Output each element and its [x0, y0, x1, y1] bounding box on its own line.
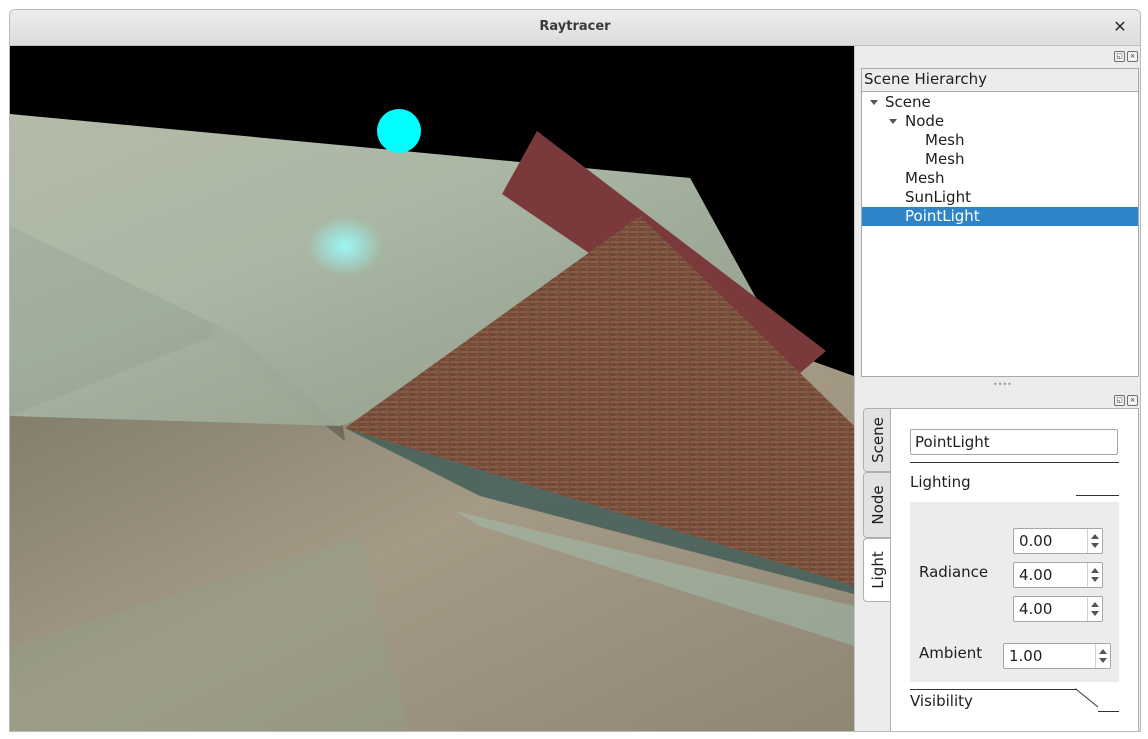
tab-scene[interactable]: Scene	[863, 408, 892, 472]
render-canvas[interactable]	[10, 46, 854, 731]
name-field[interactable]: PointLight	[910, 429, 1118, 455]
divider	[910, 689, 1076, 690]
hierarchy-header: Scene Hierarchy	[862, 69, 1138, 92]
tab-label: Light	[868, 551, 887, 589]
tree-item-mesh[interactable]: Mesh	[862, 150, 1138, 169]
spinbox-arrows[interactable]	[1087, 529, 1102, 553]
hierarchy-title: Scene Hierarchy	[864, 70, 988, 88]
tree-item-label: Mesh	[925, 150, 965, 168]
point-light-sphere[interactable]	[377, 109, 421, 153]
app-window: Raytracer ✕ ◱ × Scene Hierarchy Scene No…	[9, 9, 1141, 732]
spinbox-value: 4.00	[1019, 566, 1053, 584]
light-tab-page: PointLight Lighting Radiance 0.00 4.00 4…	[890, 408, 1139, 731]
arrow-up-icon[interactable]	[1099, 649, 1107, 654]
side-panel: ◱ × Scene Hierarchy Scene Node Mesh Mesh	[854, 46, 1140, 731]
spinbox-arrows[interactable]	[1087, 597, 1102, 621]
tab-label: Node	[868, 485, 887, 525]
tab-label: Scene	[868, 417, 887, 463]
float-icon[interactable]: ◱	[1114, 51, 1125, 62]
lighting-section-header[interactable]: Lighting	[910, 473, 971, 491]
divider	[1075, 688, 1099, 708]
arrow-down-icon[interactable]	[1091, 543, 1099, 548]
arrow-up-icon[interactable]	[1091, 534, 1099, 539]
arrow-up-icon[interactable]	[1091, 568, 1099, 573]
arrow-down-icon[interactable]	[1099, 658, 1107, 663]
tree-item-label: SunLight	[905, 188, 971, 206]
divider	[1098, 711, 1119, 712]
radiance-r-spinbox[interactable]: 0.00	[1013, 528, 1103, 554]
arrow-up-icon[interactable]	[1091, 602, 1099, 607]
render-viewport[interactable]	[10, 46, 854, 731]
splitter-handle[interactable]: ••••	[993, 380, 1012, 389]
radiance-label: Radiance	[919, 563, 989, 581]
expand-arrow-icon[interactable]	[870, 100, 878, 105]
divider	[910, 462, 1119, 463]
tree-item-pointlight[interactable]: PointLight	[862, 207, 1138, 226]
dock-close-icon[interactable]: ×	[1127, 51, 1138, 62]
properties-dock-buttons: ◱ ×	[1114, 395, 1138, 406]
title-bar: Raytracer ✕	[10, 10, 1140, 46]
tree-item-node[interactable]: Node	[862, 112, 1138, 131]
float-icon[interactable]: ◱	[1114, 395, 1125, 406]
scene-hierarchy-panel: Scene Hierarchy Scene Node Mesh Mesh Mes…	[861, 68, 1139, 377]
spinbox-value: 0.00	[1019, 532, 1053, 550]
tree-item-mesh[interactable]: Mesh	[862, 169, 1138, 188]
light-reflection	[307, 216, 383, 276]
expand-arrow-icon[interactable]	[889, 119, 897, 124]
radiance-g-spinbox[interactable]: 4.00	[1013, 562, 1103, 588]
tree-item-sunlight[interactable]: SunLight	[862, 188, 1138, 207]
arrow-down-icon[interactable]	[1091, 577, 1099, 582]
spinbox-value: 1.00	[1009, 647, 1043, 665]
divider	[1076, 495, 1119, 496]
visibility-section-header[interactable]: Visibility	[910, 692, 973, 710]
properties-panel: ◱ × Scene Node Light PointLight Lighting	[855, 395, 1140, 731]
tree-item-mesh[interactable]: Mesh	[862, 131, 1138, 150]
hierarchy-dock-buttons: ◱ ×	[1114, 51, 1138, 62]
spinbox-arrows[interactable]	[1087, 563, 1102, 587]
tab-light[interactable]: Light	[863, 538, 891, 602]
tree-item-label: Scene	[885, 93, 931, 111]
ambient-label: Ambient	[919, 644, 983, 662]
tree-item-label: PointLight	[905, 207, 980, 225]
tree-item-label: Node	[905, 112, 945, 130]
window-title: Raytracer	[539, 19, 611, 34]
radiance-b-spinbox[interactable]: 4.00	[1013, 596, 1103, 622]
dock-close-icon[interactable]: ×	[1127, 395, 1138, 406]
tab-node[interactable]: Node	[863, 472, 892, 538]
arrow-down-icon[interactable]	[1091, 611, 1099, 616]
spinbox-value: 4.00	[1019, 600, 1053, 618]
ambient-spinbox[interactable]: 1.00	[1003, 643, 1111, 669]
close-icon[interactable]: ✕	[1110, 16, 1130, 38]
tree-item-scene[interactable]: Scene	[862, 93, 1138, 112]
tree-item-label: Mesh	[925, 131, 965, 149]
spinbox-arrows[interactable]	[1095, 644, 1110, 668]
lighting-group: Radiance 0.00 4.00 4.00 Ambient 1.00	[910, 502, 1119, 682]
tree-item-label: Mesh	[905, 169, 945, 187]
